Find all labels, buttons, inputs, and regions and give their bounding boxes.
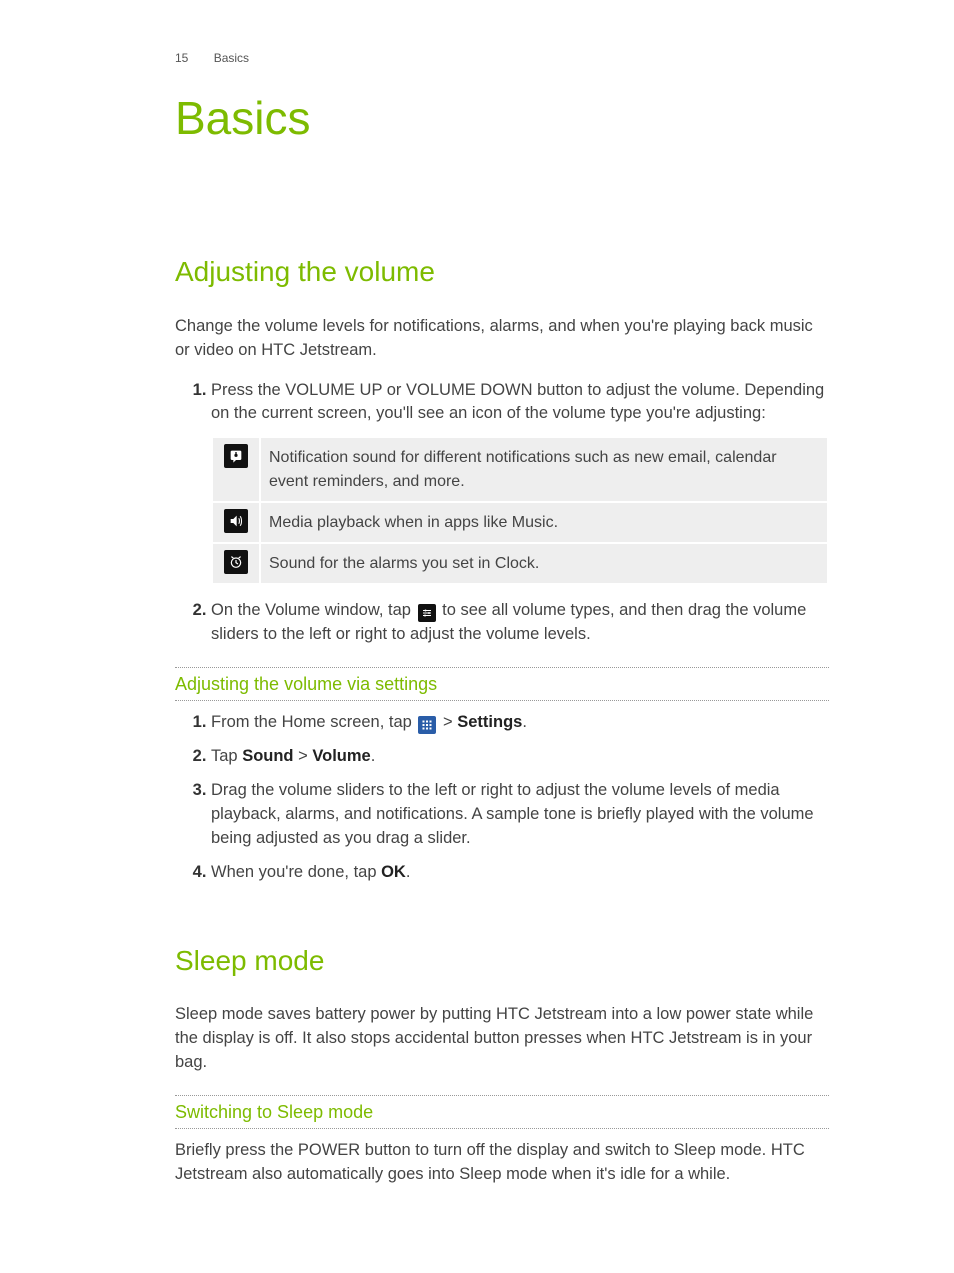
step-text: When you're done, tap: [211, 863, 381, 881]
table-cell-text: Sound for the alarms you set in Clock.: [260, 543, 828, 584]
table-row: Media playback when in apps like Music.: [212, 502, 828, 543]
document-page: 15 Basics Basics Adjusting the volume Ch…: [0, 0, 954, 1273]
volume-icon-table: Notification sound for different notific…: [211, 436, 829, 585]
step-text-pre: On the Volume window, tap: [211, 601, 416, 619]
table-row: Sound for the alarms you set in Clock.: [212, 543, 828, 584]
step-text: .: [406, 863, 411, 881]
bold-ok: OK: [381, 863, 406, 881]
settings-sliders-icon: [418, 604, 436, 622]
step-text: From the Home screen, tap: [211, 713, 416, 731]
header-section: Basics: [214, 50, 249, 67]
sleep-mode-body: Briefly press the POWER button to turn o…: [175, 1139, 829, 1187]
adjust-volume-intro: Change the volume levels for notificatio…: [175, 315, 829, 363]
step-item: Press the VOLUME UP or VOLUME DOWN butto…: [211, 379, 829, 586]
section-title-adjusting-volume: Adjusting the volume: [175, 252, 829, 293]
adjust-volume-steps: Press the VOLUME UP or VOLUME DOWN butto…: [175, 379, 829, 647]
media-volume-icon: [224, 509, 248, 533]
subsection-title-switching-sleep: Switching to Sleep mode: [175, 1095, 829, 1129]
step-text: Tap: [211, 747, 242, 765]
step-text: .: [371, 747, 376, 765]
table-cell-text: Notification sound for different notific…: [260, 437, 828, 501]
alarm-clock-icon: [224, 550, 248, 574]
notification-icon: [224, 444, 248, 468]
step-text: >: [438, 713, 457, 731]
step-text: Press the VOLUME UP or VOLUME DOWN butto…: [211, 381, 824, 423]
apps-grid-icon: [418, 716, 436, 734]
bold-sound: Sound: [242, 747, 293, 765]
step-item: When you're done, tap OK.: [211, 861, 829, 885]
bold-volume: Volume: [312, 747, 370, 765]
step-item: Drag the volume sliders to the left or r…: [211, 779, 829, 851]
volume-settings-steps: From the Home screen, tap > Settings. Ta…: [175, 711, 829, 885]
chapter-title: Basics: [175, 85, 829, 152]
step-text: .: [522, 713, 527, 731]
icon-cell: [212, 543, 260, 584]
subsection-title-volume-settings: Adjusting the volume via settings: [175, 667, 829, 701]
icon-cell: [212, 502, 260, 543]
step-item: Tap Sound > Volume.: [211, 745, 829, 769]
page-number: 15: [175, 50, 188, 67]
table-row: Notification sound for different notific…: [212, 437, 828, 501]
running-header: 15 Basics: [175, 50, 829, 67]
table-cell-text: Media playback when in apps like Music.: [260, 502, 828, 543]
step-item: From the Home screen, tap > Settings.: [211, 711, 829, 735]
section-title-sleep-mode: Sleep mode: [175, 941, 829, 982]
bold-settings: Settings: [457, 713, 522, 731]
icon-cell: [212, 437, 260, 501]
step-item: On the Volume window, tap to see all vol…: [211, 599, 829, 647]
sleep-mode-intro: Sleep mode saves battery power by puttin…: [175, 1003, 829, 1075]
step-text: >: [294, 747, 313, 765]
